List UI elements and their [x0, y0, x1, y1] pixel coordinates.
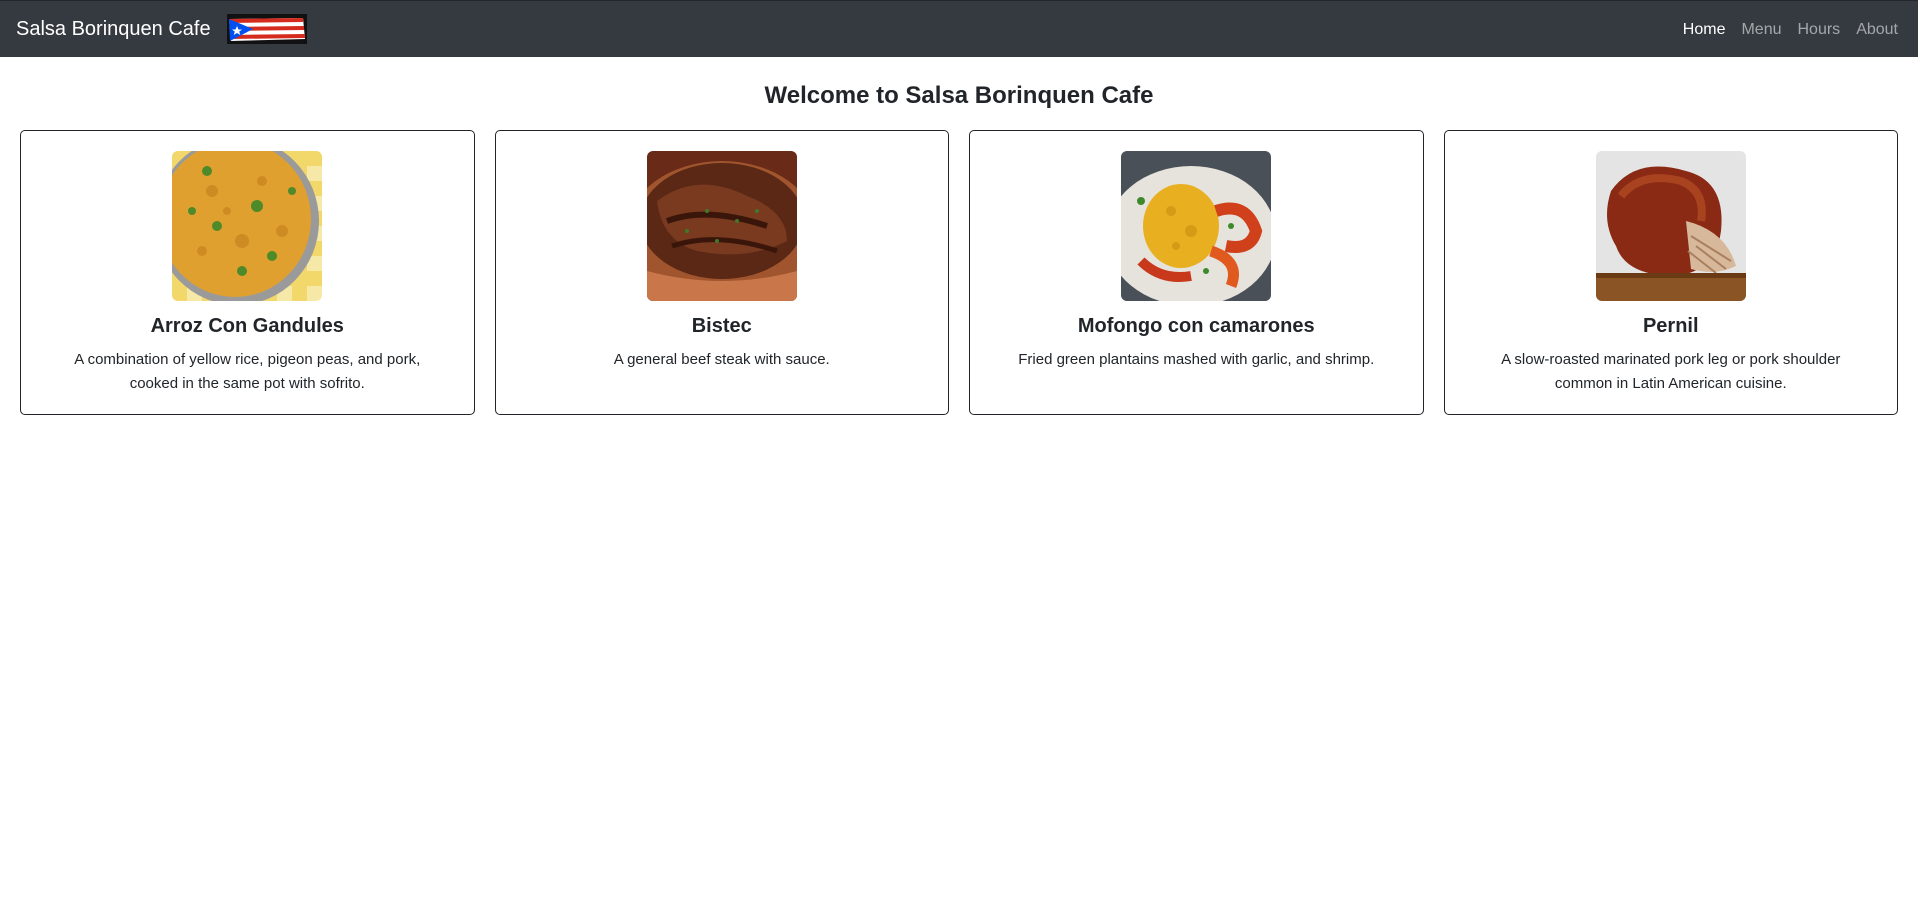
- mofongo-image: [1121, 151, 1272, 301]
- navbar: Salsa Borinquen Cafe Home Menu Hours Abo…: [0, 0, 1918, 57]
- dish-description: A slow-roasted marinated pork leg or por…: [1501, 351, 1841, 392]
- dish-description: Fried green plantains mashed with garlic…: [1018, 351, 1375, 368]
- arroz-con-gandules-image: [172, 151, 323, 301]
- dish-name: Bistec: [691, 315, 752, 337]
- puerto-rico-flag-logo: [226, 14, 307, 44]
- dish-name: Arroz Con Gandules: [150, 315, 344, 337]
- dish-name: Mofongo con camarones: [1077, 315, 1315, 337]
- pernil-image: [1595, 151, 1746, 301]
- nav-link-hours[interactable]: Hours: [1798, 21, 1841, 39]
- nav-link-home[interactable]: Home: [1683, 21, 1726, 39]
- dish-description: A combination of yellow rice, pigeon pea…: [74, 351, 421, 392]
- brand-name: Salsa Borinquen Cafe: [16, 18, 211, 40]
- nav-links: Home Menu Hours About: [1683, 1, 1898, 58]
- dish-cards: Arroz Con Gandules A combination of yell…: [0, 130, 1918, 415]
- dish-name: Pernil: [1642, 315, 1699, 337]
- dish-card-arroz-con-gandules: Arroz Con Gandules A combination of yell…: [20, 130, 475, 415]
- dish-card-pernil: Pernil A slow-roasted marinated pork leg…: [1443, 130, 1898, 415]
- dish-card-mofongo: Mofongo con camarones Fried green planta…: [969, 130, 1424, 415]
- dish-description: A general beef steak with sauce.: [613, 351, 830, 368]
- page-title: Welcome to Salsa Borinquen Cafe: [764, 82, 1154, 109]
- nav-link-menu[interactable]: Menu: [1741, 21, 1781, 39]
- bistec-image: [646, 151, 797, 301]
- nav-link-about[interactable]: About: [1856, 21, 1898, 39]
- dish-card-bistec: Bistec A general beef steak with sauce.: [494, 130, 949, 415]
- brand-link[interactable]: Salsa Borinquen Cafe: [16, 14, 307, 44]
